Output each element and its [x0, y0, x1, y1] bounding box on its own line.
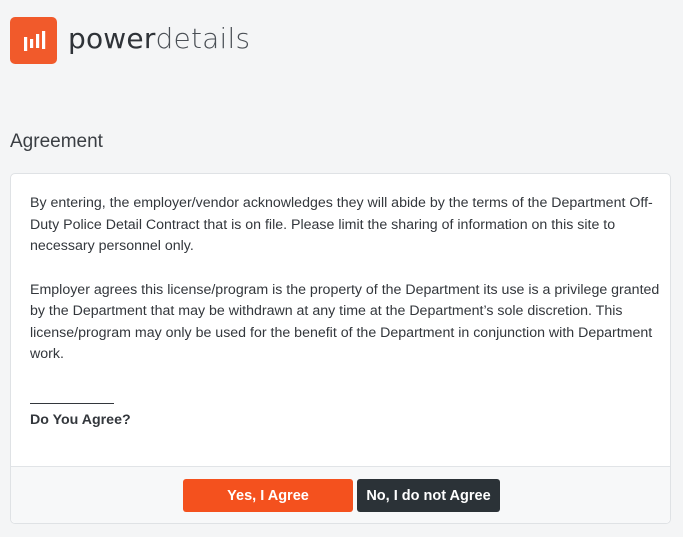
- agreement-paragraph-1: By entering, the employer/vendor acknowl…: [30, 195, 653, 254]
- disagree-button[interactable]: No, I do not Agree: [357, 479, 500, 512]
- logo-wordmark: powerdetails: [68, 21, 251, 55]
- agreement-footer: Yes, I Agree No, I do not Agree: [11, 466, 670, 523]
- agreement-panel: By entering, the employer/vendor acknowl…: [10, 173, 671, 524]
- page-title: Agreement: [10, 131, 103, 152]
- logo-wordmark-part1: power: [68, 21, 156, 55]
- app-header: powerdetails: [10, 17, 250, 64]
- logo-mark: [10, 17, 57, 64]
- signature-line: [30, 389, 114, 404]
- agreement-body: By entering, the employer/vendor acknowl…: [30, 193, 660, 431]
- agreement-question: Do You Agree?: [30, 411, 131, 428]
- bar-chart-icon: [23, 30, 45, 51]
- logo-wordmark-part2: details: [155, 21, 251, 55]
- agreement-paragraph-2: Employer agrees this license/program is …: [30, 281, 660, 363]
- agree-button[interactable]: Yes, I Agree: [183, 479, 353, 512]
